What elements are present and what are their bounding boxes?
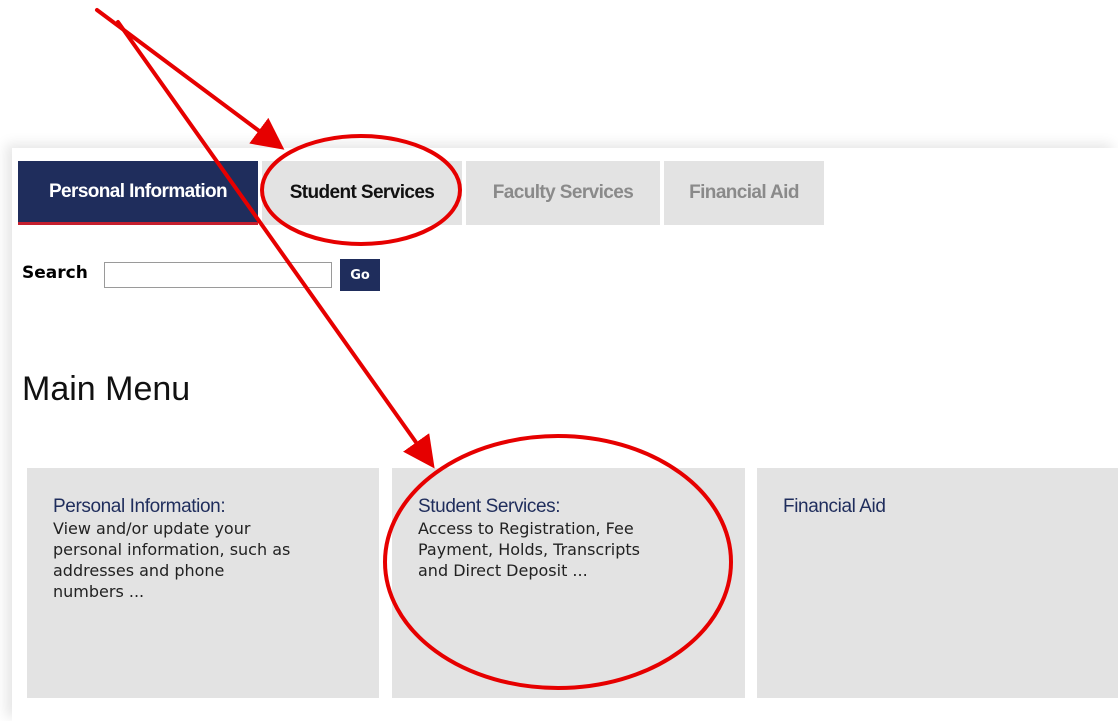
tab-student-services[interactable]: Student Services: [262, 161, 462, 225]
card-title[interactable]: Personal Information:: [53, 496, 355, 518]
card-title[interactable]: Financial Aid: [783, 496, 1094, 518]
card-description-line: and Direct Deposit ...: [418, 561, 588, 580]
tab-label: Faculty Services: [492, 182, 634, 203]
tab-financial-aid[interactable]: Financial Aid: [664, 161, 824, 225]
go-button[interactable]: Go: [340, 259, 380, 291]
menu-card-financial-aid[interactable]: Financial Aid: [757, 468, 1118, 698]
card-description: Access to Registration, Fee Payment, Hol…: [418, 518, 721, 581]
page-title: Main Menu: [22, 370, 191, 408]
card-description-line: View and/or update your: [53, 519, 251, 538]
card-description-line: Payment, Holds, Transcripts: [418, 540, 641, 559]
card-description-line: addresses and phone: [53, 561, 225, 580]
card-description-line: Access to Registration, Fee: [418, 519, 634, 538]
card-description-line: personal information, such as: [53, 540, 291, 559]
menu-card-student-services[interactable]: Student Services: Access to Registration…: [392, 468, 745, 698]
tab-label: Personal Information: [48, 180, 228, 202]
tab-faculty-services[interactable]: Faculty Services: [466, 161, 660, 225]
card-description: View and/or update your personal informa…: [53, 518, 355, 602]
card-title[interactable]: Student Services:: [418, 496, 721, 518]
search-input[interactable]: [104, 262, 332, 288]
card-description-line: numbers ...: [53, 582, 145, 601]
annotation-arrow-to-tab: [95, 8, 285, 150]
menu-card-personal-information[interactable]: Personal Information: View and/or update…: [27, 468, 379, 698]
tab-label: Student Services: [289, 182, 435, 203]
search-label: Search: [22, 263, 88, 283]
tab-label: Financial Aid: [689, 182, 799, 203]
tab-personal-information[interactable]: Personal Information: [18, 161, 258, 225]
